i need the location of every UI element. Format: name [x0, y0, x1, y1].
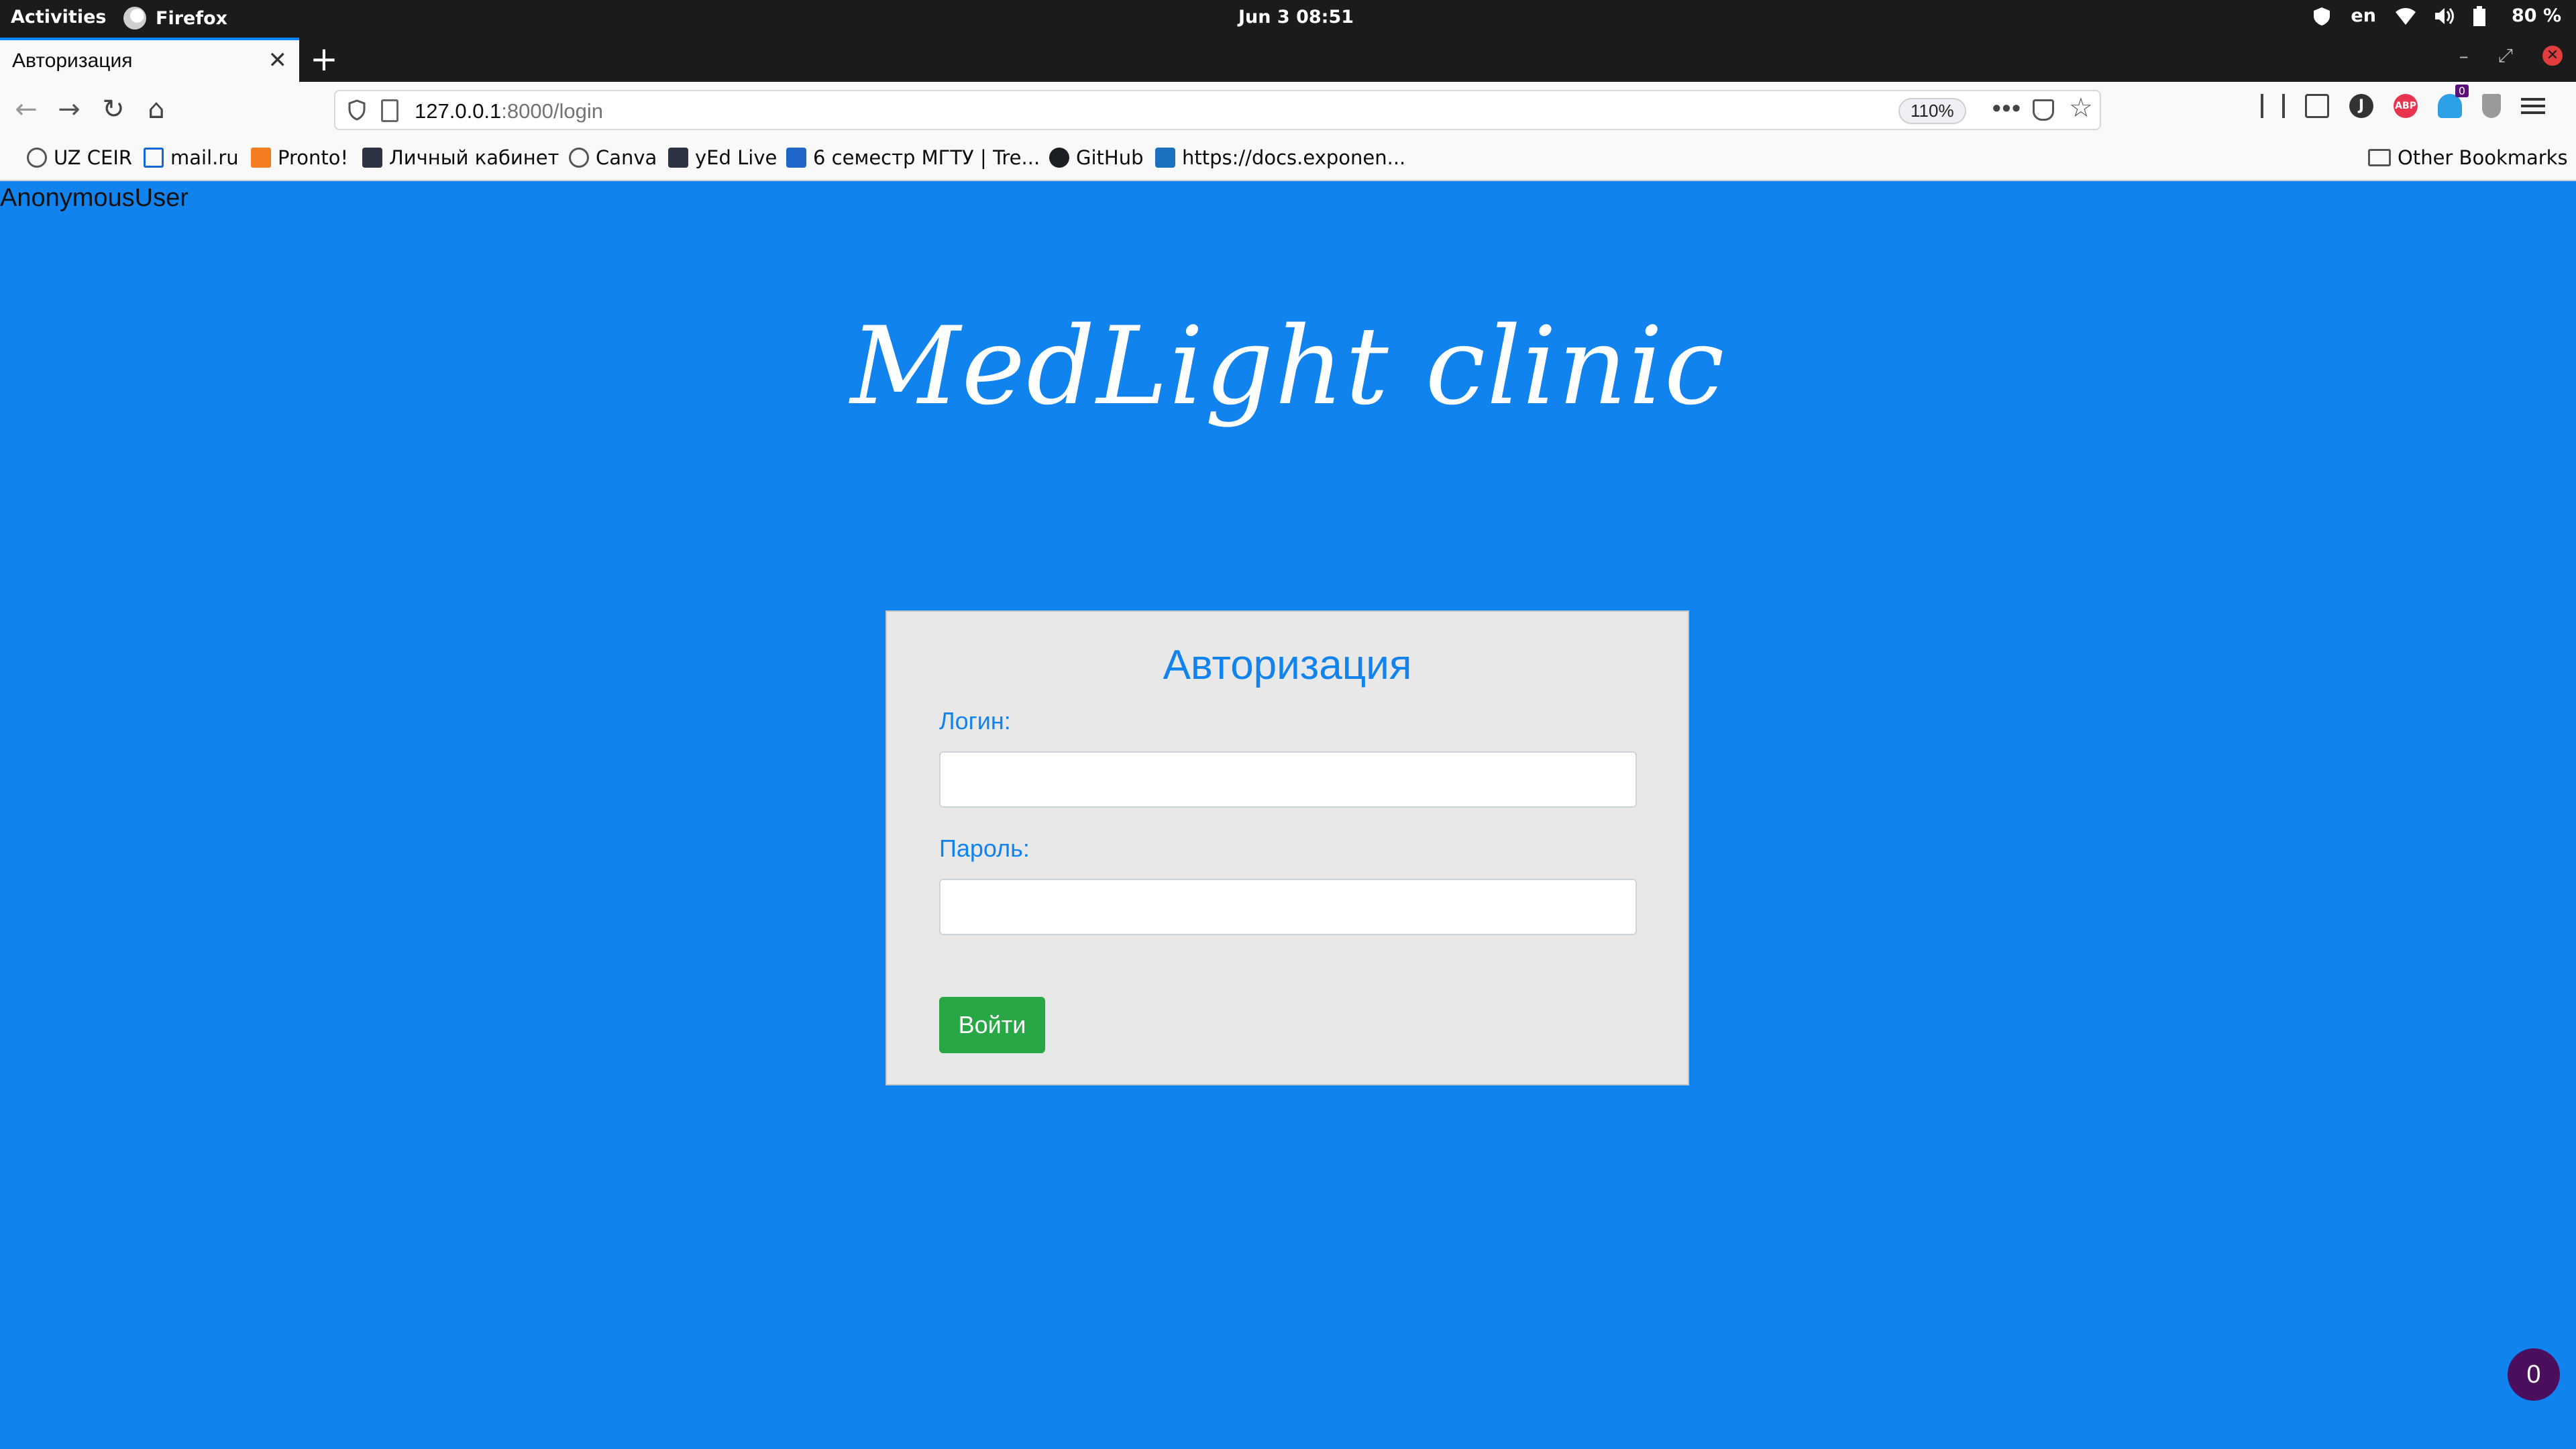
ghostery-badge: 0 [2455, 85, 2469, 97]
other-bookmarks[interactable]: Other Bookmarks [2368, 146, 2568, 169]
ghostery-icon[interactable]: 0 [2438, 85, 2469, 118]
bookmark-uz-ceir[interactable]: UZ CEIR [27, 146, 132, 169]
login-card: Авторизация Логин: Пароль: Войти [885, 610, 1689, 1085]
login-title: Авторизация [1163, 642, 1412, 688]
zoom-indicator[interactable]: 110% [1898, 98, 1966, 124]
home-button[interactable]: ⌂ [140, 93, 173, 126]
trello-icon [786, 148, 806, 168]
minimize-button[interactable]: – [2459, 45, 2469, 67]
adblock-plus-icon[interactable]: ABP [2394, 94, 2418, 118]
bookmark-label: UZ CEIR [54, 146, 133, 169]
mail-icon [144, 148, 164, 168]
bookmark-label: GitHub [1076, 146, 1144, 169]
bookmark-cabinet[interactable]: Личный кабинет [362, 146, 559, 169]
back-button[interactable]: ← [9, 93, 43, 126]
other-bookmarks-label: Other Bookmarks [2398, 146, 2568, 169]
j-extension-icon[interactable]: J [2349, 94, 2373, 118]
app-name: Firefox [156, 7, 228, 29]
maximize-button[interactable]: ⤢ [2498, 44, 2513, 67]
bookmark-yed-live[interactable]: yEd Live [668, 146, 777, 169]
library-icon[interactable] [2261, 94, 2285, 118]
bookmark-label: yEd Live [695, 146, 777, 169]
volume-icon [2434, 6, 2454, 26]
bookmarks-bar: UZ CEIR mail.ru Pronto! Личный кабинет C… [0, 137, 2576, 181]
login-label: Логин: [939, 707, 1011, 735]
bookmark-canva[interactable]: Canva [569, 146, 657, 169]
brand-title: MedLight clinic [850, 303, 1726, 429]
password-input[interactable] [939, 879, 1637, 935]
notification-badge[interactable]: 0 [2508, 1348, 2560, 1401]
bookmark-label: https://docs.exponen... [1182, 146, 1406, 169]
github-icon [1049, 148, 1069, 168]
pocket-icon[interactable] [2033, 99, 2054, 121]
bookmark-trello[interactable]: 6 семестр МГТУ | Tre... [786, 146, 1040, 169]
url-host: 127.0.0.1 [415, 99, 502, 123]
privacy-extension-icon[interactable] [2482, 94, 2501, 118]
system-tray[interactable]: en 80 % [2312, 5, 2561, 26]
url-bar[interactable]: 127.0.0.1:8000/login 110% ••• ☆ [334, 90, 2101, 130]
docs-icon [1155, 148, 1175, 168]
yed-icon [668, 148, 688, 168]
shield-status-icon [2312, 6, 2332, 26]
sidebar-icon[interactable] [2305, 94, 2329, 118]
bookmark-label: Личный кабинет [389, 146, 559, 169]
bookmark-github[interactable]: GitHub [1049, 146, 1144, 169]
globe-icon [27, 148, 47, 168]
bookmark-label: 6 семестр МГТУ | Tre... [813, 146, 1040, 169]
password-label: Пароль: [939, 835, 1030, 862]
globe-icon [569, 148, 589, 168]
page-content: AnonymousUser MedLight clinic Авторизаци… [0, 181, 2576, 1449]
tab-close-icon[interactable]: ✕ [268, 47, 288, 74]
toolbar-extensions: J ABP 0 [2261, 85, 2545, 118]
bookmark-docs-expo[interactable]: https://docs.exponen... [1155, 146, 1405, 169]
bookmark-label: Canva [596, 146, 657, 169]
bookmark-mail-ru[interactable]: mail.ru [144, 146, 239, 169]
reload-button[interactable]: ↻ [97, 93, 130, 126]
clock[interactable]: Jun 3 08:51 [1238, 7, 1354, 28]
forward-button[interactable]: → [52, 93, 86, 126]
bookmark-label: Pronto! [278, 146, 349, 169]
url-path: :8000/login [501, 99, 603, 123]
navigation-bar: ← → ↻ ⌂ 127.0.0.1:8000/login 110% ••• ☆ … [0, 82, 2576, 137]
new-tab-button[interactable]: + [310, 40, 338, 78]
bookmark-label: mail.ru [170, 146, 239, 169]
hamburger-menu-icon[interactable] [2521, 98, 2545, 114]
activities-button[interactable]: Activities [11, 7, 106, 28]
page-info-icon[interactable] [381, 99, 398, 122]
app-menu[interactable]: Firefox [123, 7, 227, 30]
current-user: AnonymousUser [0, 184, 189, 212]
keyboard-layout[interactable]: en [2351, 5, 2376, 26]
gnome-top-bar: Activities Firefox Jun 3 08:51 en 80 % [0, 0, 2576, 38]
battery-icon [2473, 5, 2493, 26]
folder-icon [2368, 149, 2391, 166]
bookmark-star-icon[interactable]: ☆ [2069, 93, 2093, 123]
tab-title: Авторизация [12, 50, 133, 72]
tab-active[interactable]: Авторизация ✕ [0, 38, 299, 82]
pronto-icon [251, 148, 271, 168]
login-submit-button[interactable]: Войти [939, 997, 1045, 1053]
cabinet-icon [362, 148, 382, 168]
window-controls: – ⤢ ✕ [2459, 44, 2563, 67]
tracking-protection-icon[interactable] [347, 99, 366, 121]
tab-strip: Авторизация ✕ + – ⤢ ✕ [0, 38, 2576, 82]
bookmark-pronto[interactable]: Pronto! [251, 146, 348, 169]
url-text[interactable]: 127.0.0.1:8000/login [415, 99, 603, 123]
battery-percent: 80 % [2511, 5, 2561, 26]
wifi-icon [2395, 6, 2416, 26]
firefox-icon [123, 7, 146, 30]
page-actions-icon[interactable]: ••• [1992, 94, 2022, 122]
login-input[interactable] [939, 751, 1637, 808]
window-close-button[interactable]: ✕ [2542, 46, 2563, 66]
